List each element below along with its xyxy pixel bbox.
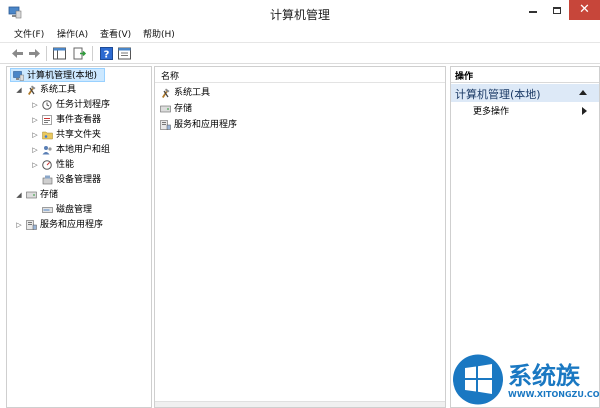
maximize-icon bbox=[553, 6, 561, 14]
storage-icon bbox=[26, 190, 37, 200]
navigation-tree: 计算机管理(本地) ◢ 系统工具 ▷ 任务计划程序 ▷ 事件查看器 ▷ 共享文件… bbox=[6, 66, 152, 408]
watermark: 系统族 WWW.XITONGZU.COM bbox=[448, 352, 600, 408]
expander-collapsed-icon[interactable]: ▷ bbox=[31, 128, 39, 142]
close-icon: ✕ bbox=[579, 2, 590, 17]
list-item-label: 服务和应用程序 bbox=[174, 120, 238, 130]
help-icon[interactable]: ? bbox=[99, 46, 114, 61]
tree-item-label: 任务计划程序 bbox=[56, 100, 111, 110]
toolbar-separator bbox=[92, 46, 93, 61]
collapse-up-icon[interactable] bbox=[579, 90, 587, 95]
tree-item-event-viewer[interactable]: ▷ 事件查看器 bbox=[31, 113, 143, 127]
computer-management-icon bbox=[13, 71, 24, 81]
tree-item-local-users[interactable]: ▷ 本地用户和组 bbox=[31, 143, 143, 157]
tree-item-label: 系统工具 bbox=[40, 85, 77, 95]
menu-help[interactable]: 帮助(H) bbox=[143, 27, 175, 40]
storage-icon bbox=[160, 104, 171, 114]
content-list: 名称 系统工具 存储 服务和应用程序 bbox=[154, 66, 446, 408]
tree-item-label: 性能 bbox=[56, 160, 75, 170]
expander-expanded-icon[interactable]: ◢ bbox=[15, 188, 23, 202]
tree-item-services-apps[interactable]: ▷ 服务和应用程序 bbox=[15, 218, 145, 232]
svg-text:?: ? bbox=[104, 50, 110, 61]
menu-bar: 文件(F) 操作(A) 查看(V) 帮助(H) bbox=[0, 26, 600, 42]
toolbar-separator bbox=[46, 46, 47, 61]
tree-item-label: 共享文件夹 bbox=[56, 130, 102, 140]
event-viewer-icon bbox=[42, 115, 53, 125]
actions-header-label: 操作 bbox=[455, 72, 474, 82]
tree-item-label: 本地用户和组 bbox=[56, 145, 111, 155]
tools-icon bbox=[26, 85, 37, 95]
expander-collapsed-icon[interactable]: ▷ bbox=[31, 158, 39, 172]
expander-collapsed-icon[interactable]: ▷ bbox=[15, 218, 23, 232]
minimize-button[interactable] bbox=[521, 0, 545, 20]
actions-header: 操作 bbox=[451, 67, 599, 83]
expander-collapsed-icon[interactable]: ▷ bbox=[31, 143, 39, 157]
users-icon bbox=[42, 145, 53, 155]
tree-item-storage[interactable]: ◢ 存储 bbox=[15, 188, 135, 202]
tree-item-disk-management[interactable]: 磁盘管理 bbox=[42, 203, 142, 217]
tree-item-task-scheduler[interactable]: ▷ 任务计划程序 bbox=[31, 98, 143, 112]
toolbar: ? bbox=[0, 42, 600, 64]
device-manager-icon bbox=[42, 175, 53, 185]
tree-item-shared-folders[interactable]: ▷ 共享文件夹 bbox=[31, 128, 143, 142]
services-icon bbox=[160, 120, 171, 130]
expander-expanded-icon[interactable]: ◢ bbox=[15, 83, 23, 97]
services-icon bbox=[26, 220, 37, 230]
clock-icon bbox=[42, 100, 53, 110]
tree-item-system-tools[interactable]: ◢ 系统工具 bbox=[15, 83, 135, 97]
tree-item-computer-management[interactable]: 计算机管理(本地) bbox=[10, 68, 105, 82]
tree-item-label: 事件查看器 bbox=[56, 115, 102, 125]
menu-action[interactable]: 操作(A) bbox=[57, 27, 88, 40]
shared-folder-icon bbox=[42, 130, 53, 140]
actions-section-computer-management[interactable]: 计算机管理(本地) bbox=[451, 84, 599, 102]
list-item-storage[interactable]: 存储 bbox=[160, 102, 310, 116]
close-button[interactable]: ✕ bbox=[569, 0, 600, 20]
properties-icon[interactable] bbox=[117, 46, 132, 61]
list-item-label: 存储 bbox=[174, 104, 193, 114]
tree-item-label: 存储 bbox=[40, 190, 59, 200]
watermark-subtext: WWW.XITONGZU.COM bbox=[508, 390, 600, 399]
minimize-icon bbox=[529, 11, 537, 13]
submenu-arrow-icon bbox=[582, 107, 587, 115]
list-item-services-apps[interactable]: 服务和应用程序 bbox=[160, 118, 310, 132]
forward-arrow-icon[interactable] bbox=[27, 46, 42, 61]
performance-icon bbox=[42, 160, 53, 170]
tree-item-label: 服务和应用程序 bbox=[40, 220, 104, 230]
column-header-name[interactable]: 名称 bbox=[155, 67, 445, 83]
tree-item-label: 计算机管理(本地) bbox=[27, 71, 98, 81]
disk-icon bbox=[42, 205, 53, 215]
tree-item-performance[interactable]: ▷ 性能 bbox=[31, 158, 143, 172]
actions-section-title: 计算机管理(本地) bbox=[455, 88, 541, 101]
list-item-system-tools[interactable]: 系统工具 bbox=[160, 86, 310, 100]
horizontal-scrollbar[interactable] bbox=[155, 401, 445, 407]
maximize-button[interactable] bbox=[545, 0, 569, 20]
tree-item-label: 磁盘管理 bbox=[56, 205, 93, 215]
watermark-text: 系统族 bbox=[508, 362, 580, 390]
menu-file[interactable]: 文件(F) bbox=[14, 27, 44, 40]
export-list-icon[interactable] bbox=[72, 46, 87, 61]
menu-view[interactable]: 查看(V) bbox=[100, 27, 131, 40]
column-header-label: 名称 bbox=[161, 72, 180, 82]
expander-collapsed-icon[interactable]: ▷ bbox=[31, 98, 39, 112]
tree-item-device-manager[interactable]: 设备管理器 bbox=[42, 173, 142, 187]
expander-collapsed-icon[interactable]: ▷ bbox=[31, 113, 39, 127]
back-arrow-icon[interactable] bbox=[10, 46, 25, 61]
title-bar: 计算机管理 ✕ bbox=[0, 0, 600, 26]
tree-item-label: 设备管理器 bbox=[56, 175, 102, 185]
tools-icon bbox=[160, 88, 171, 98]
windows-logo-icon bbox=[452, 353, 504, 406]
show-hide-tree-icon[interactable] bbox=[52, 46, 67, 61]
list-item-label: 系统工具 bbox=[174, 88, 211, 98]
window-title: 计算机管理 bbox=[269, 8, 330, 22]
more-actions-item[interactable]: 更多操作 bbox=[473, 104, 509, 117]
